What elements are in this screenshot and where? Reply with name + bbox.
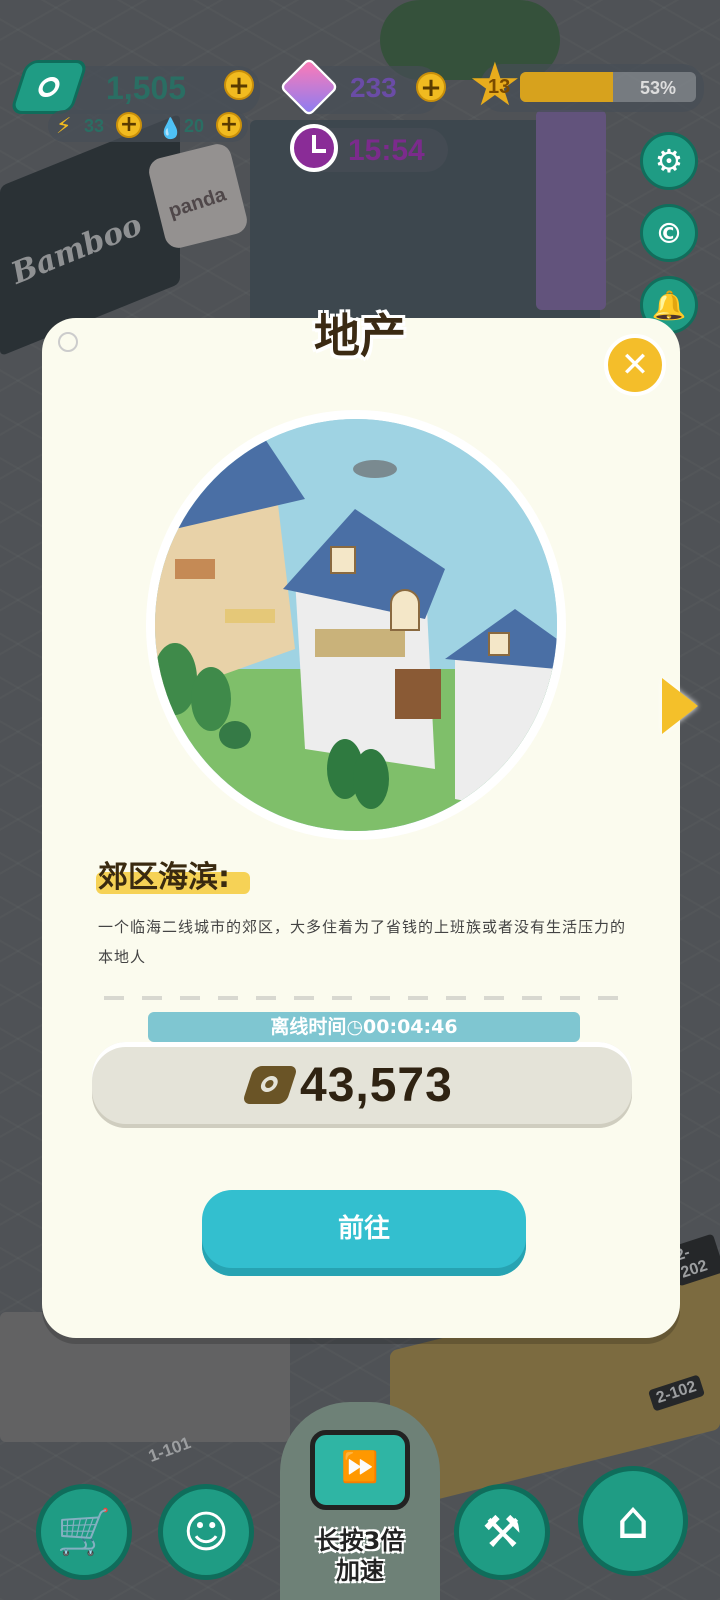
close-icon: ✕ <box>620 345 650 385</box>
location-name: 郊区海滨: <box>98 860 230 895</box>
coin-shop-button[interactable]: © <box>640 204 698 262</box>
clock-icon <box>290 124 338 172</box>
offline-time: 00:04:46 <box>363 1016 458 1038</box>
home-button[interactable]: ⌂ <box>578 1466 688 1576</box>
emoji-button[interactable]: ☺ <box>158 1484 254 1580</box>
settings-button[interactable]: ⚙ <box>640 132 698 190</box>
gear-icon: ⚙ <box>654 142 684 180</box>
coin-c-icon: © <box>655 216 683 250</box>
build-tools-button[interactable]: ⚒ <box>454 1484 550 1580</box>
water-value: 20 <box>184 116 205 136</box>
laughing-face-icon: ☺ <box>183 1506 229 1558</box>
location-description: 一个临海二线城市的郊区，大多住着为了省钱的上班族或者没有生活压力的本地人 <box>98 918 627 966</box>
add-gems-button[interactable]: + <box>416 72 446 102</box>
add-energy-button[interactable]: + <box>116 112 142 138</box>
offline-label: 离线时间 <box>270 1016 347 1038</box>
level-progress-fill <box>520 72 614 102</box>
cart-icon: 🛒 <box>56 1507 112 1558</box>
next-location-arrow[interactable] <box>662 678 698 734</box>
tools-icon: ⚒ <box>482 1506 522 1558</box>
house-icon: ⌂ <box>616 1491 650 1551</box>
level-number: 13 <box>488 76 511 98</box>
clock-value: 15:54 <box>348 134 425 167</box>
water-drop-icon: 💧 <box>158 116 183 140</box>
tv-fast-forward-icon: ⏩ <box>310 1430 410 1510</box>
speed-up-label-line1: 长按3倍 <box>315 1527 405 1555</box>
clock-small-icon: ◷ <box>346 1016 364 1038</box>
speed-up-label-line2: 加速 <box>336 1557 384 1585</box>
add-water-button[interactable]: + <box>216 112 242 138</box>
energy-icon: ⚡ <box>56 114 72 139</box>
speed-up-label: 长按3倍 加速 <box>280 1526 440 1586</box>
shop-cart-button[interactable]: 🛒 <box>36 1484 132 1580</box>
dashed-divider <box>104 996 624 1000</box>
cash-value: 1,505 <box>106 70 187 106</box>
level-percent: 53% <box>640 78 677 98</box>
close-button[interactable]: ✕ <box>604 334 666 396</box>
go-button[interactable]: 前往 <box>202 1190 526 1276</box>
add-cash-button[interactable]: + <box>224 70 254 100</box>
energy-value: 33 <box>84 116 105 136</box>
seaside-suburb-illustration <box>146 410 566 840</box>
gem-value: 233 <box>350 72 397 103</box>
offline-time-bar: 离线时间◷00:04:46 <box>148 1012 580 1042</box>
earnings-value: 43,573 <box>300 1059 453 1112</box>
